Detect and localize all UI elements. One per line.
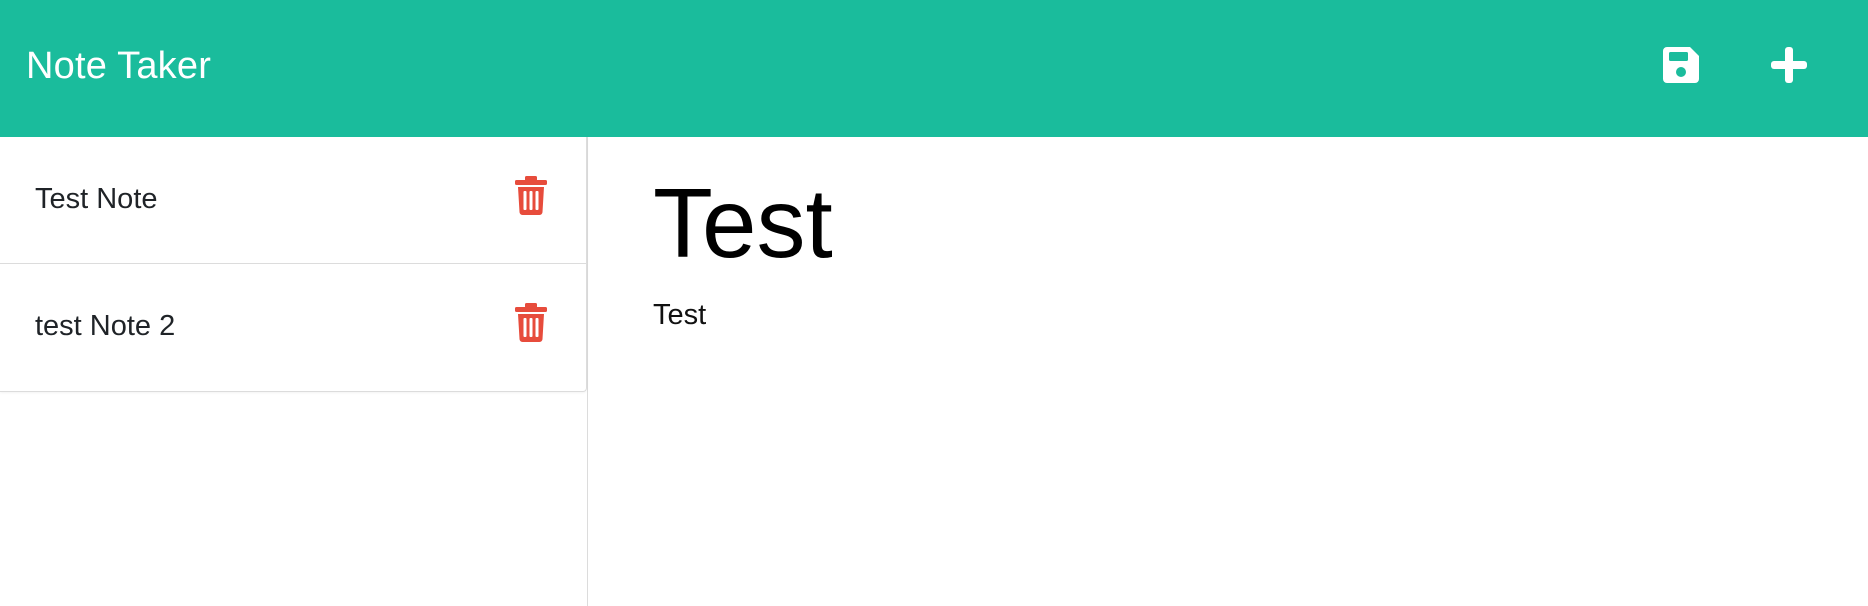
save-note-button[interactable] (1658, 42, 1704, 88)
plus-icon (1771, 47, 1807, 83)
delete-note-button[interactable] (513, 302, 549, 342)
note-list-item[interactable]: Test Note (0, 137, 586, 264)
note-list: Test Note test Note 2 (0, 137, 587, 392)
trash-icon (515, 303, 547, 342)
new-note-button[interactable] (1766, 42, 1812, 88)
note-text-field[interactable]: Test (653, 297, 706, 333)
delete-note-button[interactable] (513, 175, 549, 215)
save-icon (1663, 47, 1699, 83)
note-list-item[interactable]: test Note 2 (0, 264, 586, 391)
note-title-field[interactable]: Test (653, 167, 833, 279)
navbar: Note Taker (0, 0, 1868, 137)
note-list-item-title[interactable]: test Note 2 (35, 308, 175, 344)
trash-icon (515, 176, 547, 215)
note-list-item-title[interactable]: Test Note (35, 181, 158, 217)
app-title[interactable]: Note Taker (26, 44, 211, 88)
note-sidebar: Test Note test Note 2 (0, 137, 588, 606)
note-editor: Test Test (589, 137, 1868, 606)
